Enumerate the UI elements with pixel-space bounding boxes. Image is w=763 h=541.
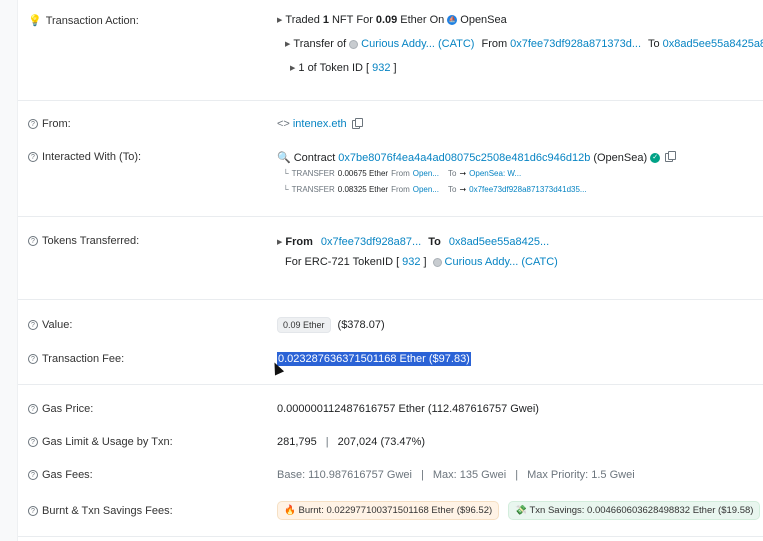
verified-check-icon: ✓	[650, 152, 661, 163]
help-icon[interactable]: ?	[28, 470, 38, 480]
contract-address-link[interactable]: 0x7be8076f4ea4a4ad08075c2508e481d6c946d1…	[338, 152, 590, 164]
help-icon[interactable]: ?	[28, 404, 38, 414]
caret-right-icon: ▶	[277, 17, 283, 24]
fee-label: ? Transaction Fee:	[28, 353, 124, 365]
market-name: OpenSea	[460, 14, 507, 26]
gas-limit-label: ? Gas Limit & Usage by Txn:	[28, 436, 173, 448]
fee-value: 0.023287636371501168 Ether ($97.83)	[277, 352, 471, 366]
token-to-link[interactable]: 0x8ad5ee55a8425...	[449, 236, 549, 248]
action-line-transfer: ▶ Transfer of Curious Addy... (CATC) Fro…	[285, 38, 763, 50]
fee-selected-text[interactable]: 0.023287636371501168 Ether ($97.83)	[277, 352, 471, 366]
to-address-link[interactable]: 0x8ad5ee55a8425a8a49...	[663, 38, 763, 50]
arrow-right-icon: ➞	[459, 185, 467, 194]
copy-icon[interactable]	[351, 117, 363, 129]
code-icon: <>	[277, 118, 290, 130]
tokens-label: ? Tokens Transferred:	[28, 235, 139, 247]
value-label: ? Value:	[28, 319, 72, 331]
token-icon	[432, 257, 442, 267]
caret-right-icon: ▶	[277, 239, 283, 246]
divider	[18, 216, 763, 217]
money-icon: 💸	[515, 505, 528, 516]
token-from-link[interactable]: 0x7fee73df928a87...	[321, 236, 421, 248]
lightbulb-icon: 💡	[28, 15, 42, 27]
from-address-link[interactable]: 0x7fee73df928a871373d...	[510, 38, 641, 50]
gas-limit-value: 281,795 | 207,024 (73.47%)	[277, 436, 426, 448]
arrow-right-icon: ➞	[459, 169, 467, 178]
transfer-from-link[interactable]: Open...	[413, 185, 439, 194]
gas-price-label: ? Gas Price:	[28, 403, 93, 415]
from-ens-link[interactable]: intenex.eth	[293, 118, 347, 130]
help-icon[interactable]: ?	[28, 320, 38, 330]
divider	[18, 299, 763, 300]
tree-branch-icon: └	[283, 185, 289, 194]
gas-fees-label: ? Gas Fees:	[28, 469, 93, 481]
internal-transfer-row: └ TRANSFER 0.00675 Ether From Open... To…	[283, 169, 522, 178]
help-icon[interactable]: ?	[28, 506, 38, 516]
value-amount: 0.09 Ether ($378.07)	[277, 317, 385, 333]
from-label: ? From:	[28, 118, 71, 130]
burnt-label: ? Burnt & Txn Savings Fees:	[28, 505, 173, 517]
copy-icon[interactable]	[665, 151, 677, 162]
help-icon[interactable]: ?	[28, 119, 38, 129]
token-id-link[interactable]: 932	[402, 256, 420, 268]
token-transfer-line: ▶ From 0x7fee73df928a87... To 0x8ad5ee55…	[277, 236, 550, 248]
left-gutter	[0, 0, 18, 541]
gas-fees-value: Base: 110.987616757 Gwei | Max: 135 Gwei…	[277, 469, 635, 481]
transfer-from-link[interactable]: Open...	[413, 169, 439, 178]
token-id-link[interactable]: 932	[372, 62, 390, 74]
divider	[18, 100, 763, 101]
internal-transfer-row: └ TRANSFER 0.08325 Ether From Open... To…	[283, 185, 587, 194]
caret-right-icon: ▶	[285, 41, 291, 48]
help-icon[interactable]: ?	[28, 152, 38, 162]
token-icon	[349, 39, 359, 49]
divider	[18, 536, 763, 537]
token-name-link[interactable]: Curious Addy... (CATC)	[445, 256, 558, 268]
token-link[interactable]: Curious Addy... (CATC)	[361, 38, 474, 50]
help-icon[interactable]: ?	[28, 236, 38, 246]
burnt-value: 🔥 Burnt: 0.022977100371501168 Ether ($96…	[277, 501, 761, 520]
fire-icon: 🔥	[284, 505, 296, 516]
ether-value-badge: 0.09 Ether	[277, 317, 331, 333]
txn-savings-badge: 💸 Txn Savings: 0.004660603628498832 Ethe…	[508, 501, 761, 520]
gas-price-value: 0.000000112487616757 Ether (112.48761675…	[277, 403, 539, 415]
help-icon[interactable]: ?	[28, 437, 38, 447]
token-id-line: For ERC-721 TokenID [932] Curious Addy..…	[285, 256, 558, 268]
search-contract-icon: 🔍	[277, 152, 291, 164]
burnt-fee-badge: 🔥 Burnt: 0.022977100371501168 Ether ($96…	[277, 501, 500, 520]
action-line-token-id: ▶ 1 of Token ID [932]	[290, 62, 397, 74]
action-line-traded: ▶ Traded 1 NFT For 0.09 Ether On ⛵ OpenS…	[277, 14, 507, 26]
transfer-to-link[interactable]: OpenSea: W...	[469, 169, 521, 178]
caret-right-icon: ▶	[290, 65, 296, 72]
from-value: <> intenex.eth	[277, 117, 363, 130]
transaction-action-label: 💡 Transaction Action:	[28, 14, 139, 28]
tree-branch-icon: └	[283, 169, 289, 178]
opensea-icon: ⛵	[447, 15, 458, 25]
value-usd: ($378.07)	[337, 319, 385, 331]
help-icon[interactable]: ?	[28, 354, 38, 364]
interacted-label: ? Interacted With (To):	[28, 151, 141, 163]
transfer-to-link[interactable]: 0x7fee73df928a871373d41d35...	[469, 185, 586, 194]
contract-value: 🔍 Contract 0x7be8076f4ea4a4ad08075c2508e…	[277, 151, 677, 164]
divider	[18, 384, 763, 385]
